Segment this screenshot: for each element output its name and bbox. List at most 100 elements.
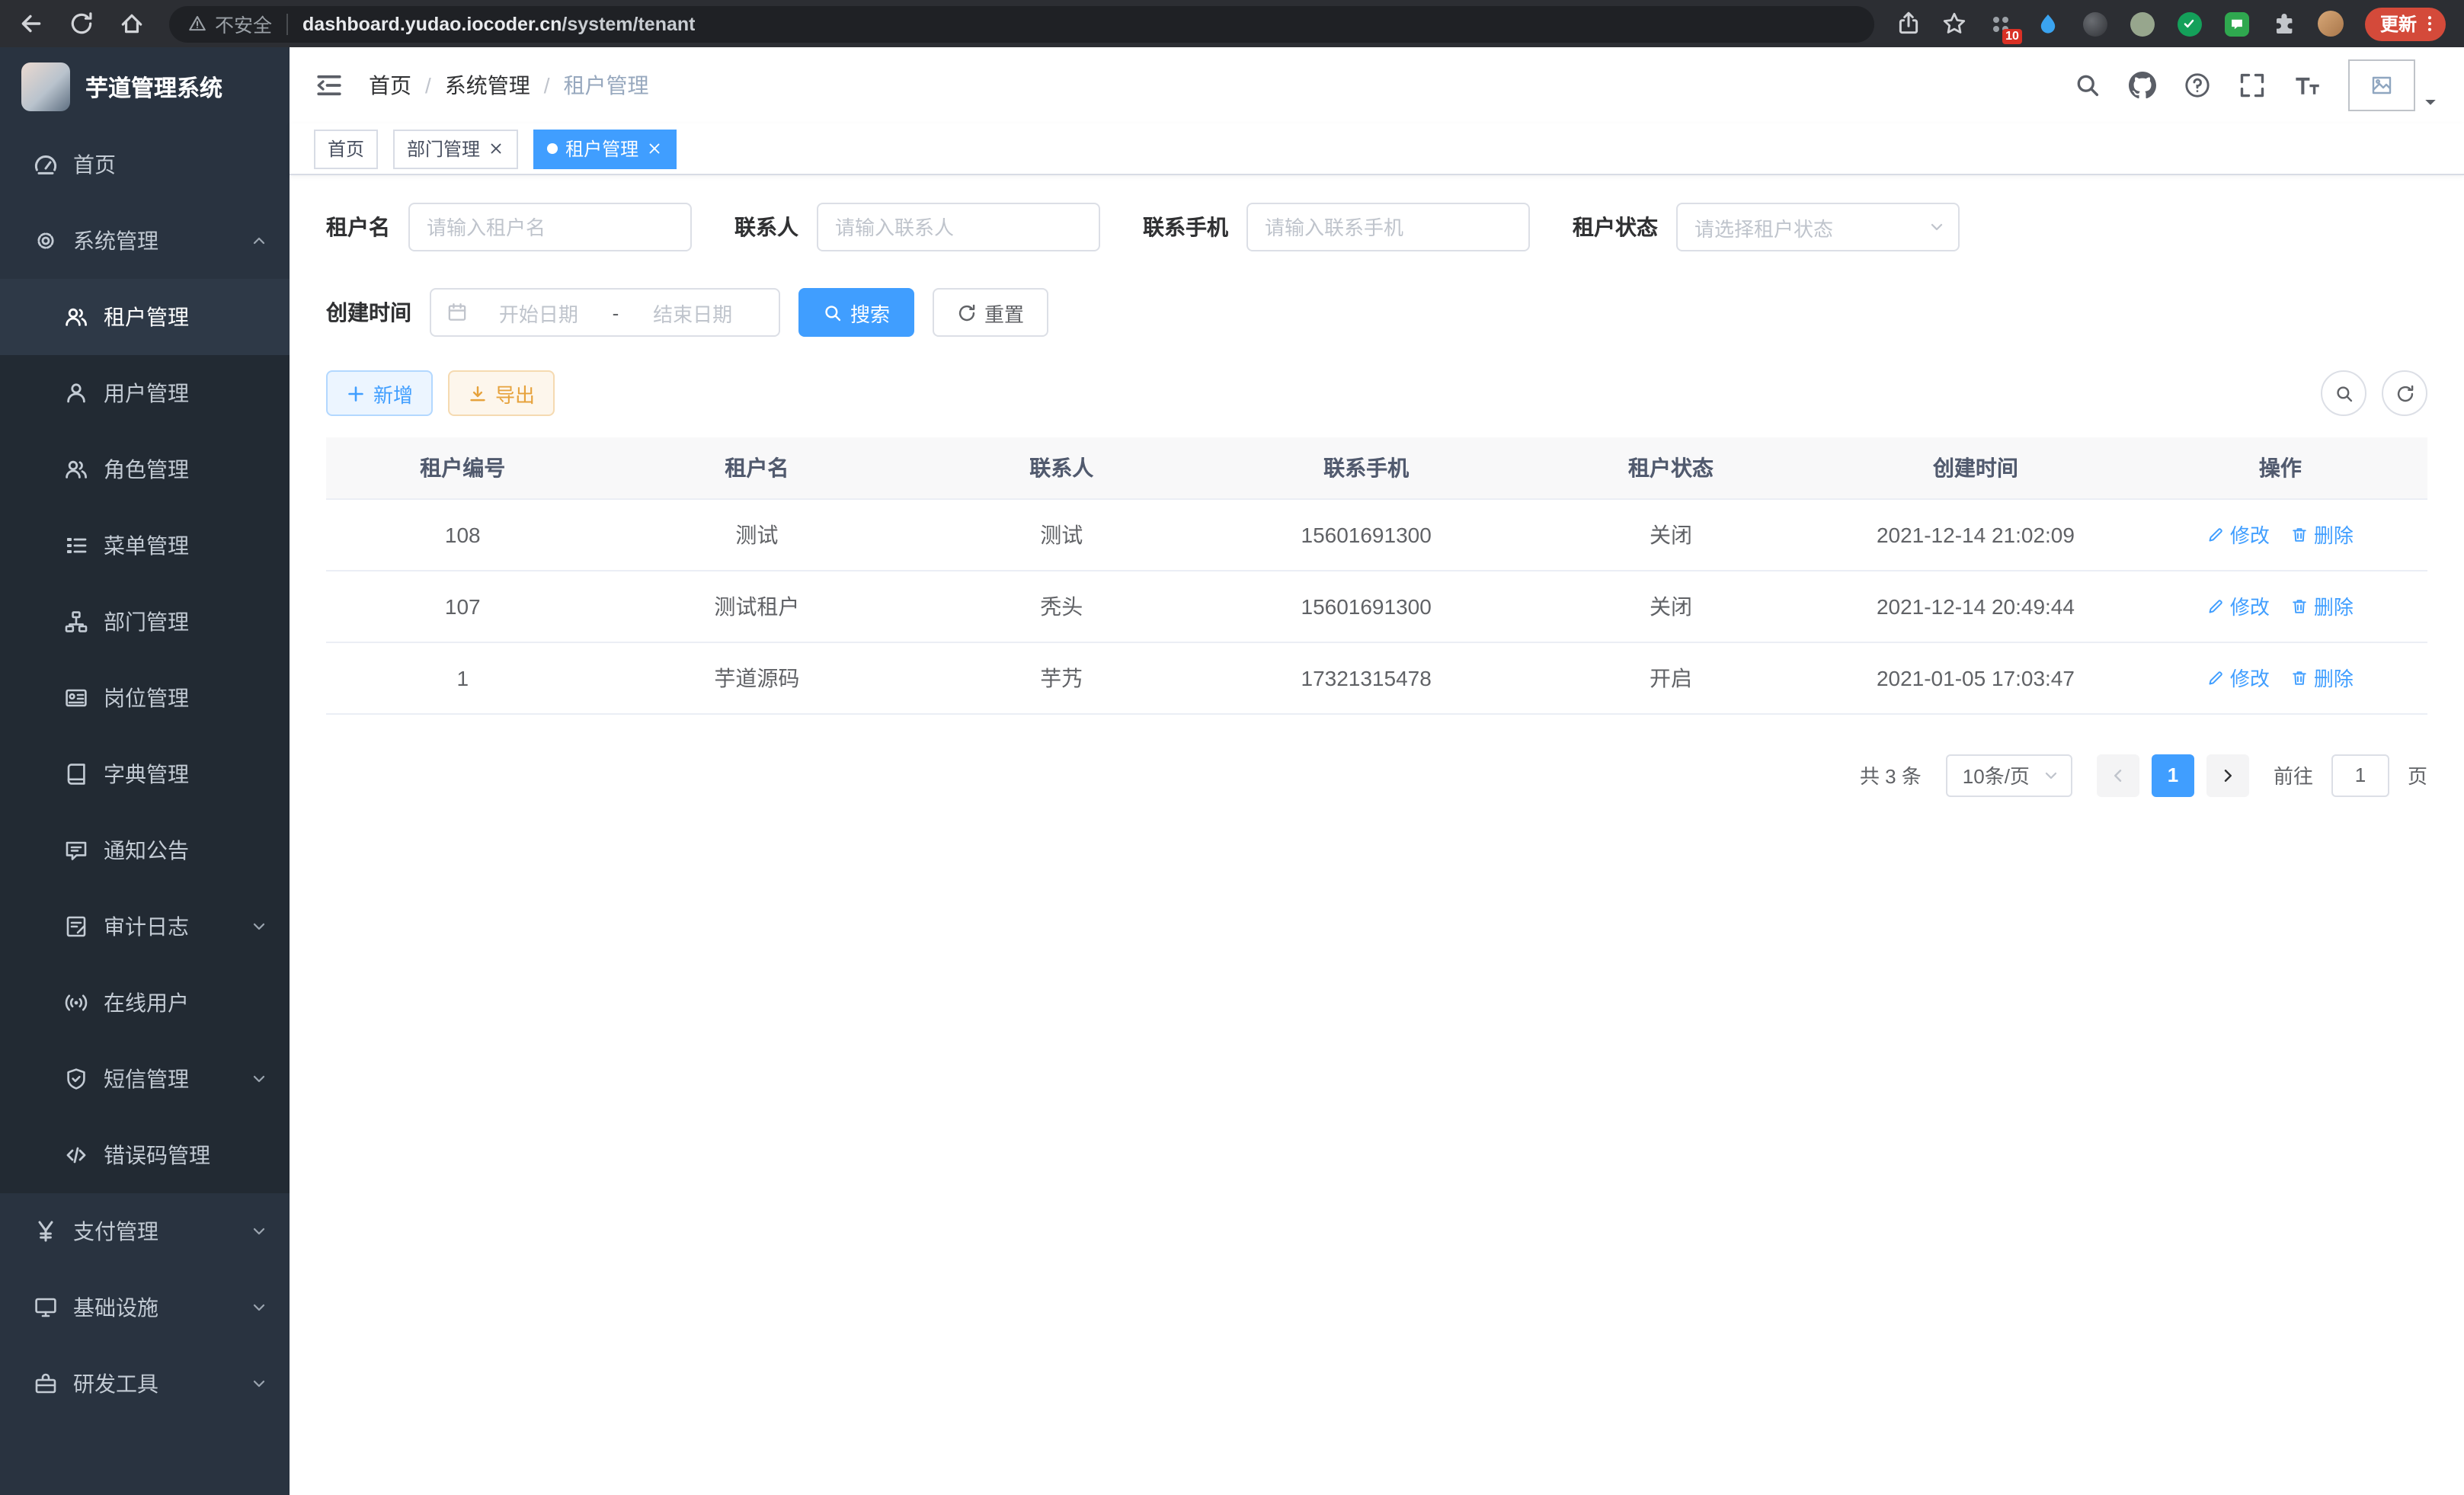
breadcrumb-separator: / [425,73,431,98]
bookmark-star-icon[interactable] [1941,11,1967,37]
update-button[interactable]: 更新 [2365,7,2446,40]
search-button[interactable]: 搜索 [798,288,914,337]
extension-circle-icon[interactable] [2129,10,2156,37]
create-time-range-picker[interactable]: 开始日期 - 结束日期 [430,288,780,337]
page-size-value: 10条/页 [1963,760,2030,789]
browser-reload-icon[interactable] [69,11,94,37]
cell-contact: 测试 [914,498,1208,570]
delete-link[interactable]: 删除 [2291,520,2354,549]
security-label[interactable]: 不安全 [215,9,272,38]
download-icon [468,383,488,403]
status-label: 租户状态 [1573,212,1658,242]
sidebar-item-audit-log[interactable]: 审计日志 [0,888,290,965]
export-button[interactable]: 导出 [448,370,555,416]
extensions-puzzle-icon[interactable] [2270,10,2298,37]
sidebar-item-notice[interactable]: 通知公告 [0,812,290,888]
tab-dept-management[interactable]: 部门管理 [393,129,518,168]
address-bar[interactable]: 不安全 dashboard.yudao.iocoder.cn/system/te… [169,5,1874,42]
tenant-status-select[interactable]: 请选择租户状态 [1676,203,1960,251]
chevron-down-icon [250,1375,268,1393]
goto-page-input[interactable] [2331,754,2389,796]
delete-link[interactable]: 删除 [2291,663,2354,692]
message-bubble-icon [64,838,88,863]
browser-actions: 10 更新 [1896,7,2446,40]
chevron-down-icon [250,917,268,936]
tab-tenant-management[interactable]: 租户管理 [533,129,677,168]
close-icon[interactable] [646,140,663,157]
check-circle-icon [2178,11,2202,36]
breadcrumb-home[interactable]: 首页 [369,70,411,101]
page-size-select[interactable]: 10条/页 [1946,754,2072,796]
avatar [2318,11,2344,37]
close-icon[interactable] [488,140,504,157]
browser-home-icon[interactable] [119,11,145,37]
extension-chat-icon[interactable] [2223,10,2251,37]
broken-image-icon [2370,73,2394,98]
sidebar-item-payment[interactable]: 支付管理 [0,1193,290,1269]
sidebar-item-home[interactable]: 首页 [0,126,290,203]
fullscreen-icon[interactable] [2238,72,2266,99]
prev-page-button[interactable] [2097,754,2139,796]
edit-link[interactable]: 修改 [2207,591,2270,620]
sidebar-item-infrastructure[interactable]: 基础设施 [0,1269,290,1346]
status-group: 租户状态 请选择租户状态 [1573,203,1960,251]
sidebar-item-post-management[interactable]: 岗位管理 [0,660,290,736]
chevron-down-icon [250,1070,268,1088]
extension-sphere-icon[interactable] [2082,10,2109,37]
app-logo[interactable]: 芋道管理系统 [0,47,290,126]
header-actions [2074,59,2440,111]
contact-input[interactable] [817,203,1100,251]
github-icon[interactable] [2129,72,2156,99]
browser-profile-avatar[interactable] [2318,10,2345,37]
sidebar-item-dept-management[interactable]: 部门管理 [0,584,290,660]
row-actions: 修改 删除 [2207,663,2354,692]
edit-link[interactable]: 修改 [2207,520,2270,549]
sidebar-item-dev-tools[interactable]: 研发工具 [0,1346,290,1422]
cell-tenant-name: 测试 [600,498,915,570]
phone-input[interactable] [1246,203,1530,251]
search-icon[interactable] [2074,72,2101,99]
sidebar-item-user-management[interactable]: 用户管理 [0,355,290,431]
sidebar-item-tenant-management[interactable]: 租户管理 [0,279,290,355]
sidebar-item-role-management[interactable]: 角色管理 [0,431,290,507]
edit-link[interactable]: 修改 [2207,663,2270,692]
sidebar-item-system-management[interactable]: 系统管理 [0,203,290,279]
plus-icon [346,383,366,403]
page-1-button[interactable]: 1 [2152,754,2194,796]
table-row: 108 测试 测试 15601691300 关闭 2021-12-14 21:0… [326,498,2427,570]
sidebar-item-sms-management[interactable]: 短信管理 [0,1041,290,1117]
add-button[interactable]: 新增 [326,370,433,416]
sidebar-item-label: 部门管理 [104,607,189,637]
tab-home[interactable]: 首页 [314,129,378,168]
reset-button[interactable]: 重置 [933,288,1048,337]
user-avatar-dropdown[interactable] [2348,59,2440,111]
extension-check-icon[interactable] [2176,10,2203,37]
browser-chrome: 不安全 dashboard.yudao.iocoder.cn/system/te… [0,0,2464,47]
cell-status: 关闭 [1524,498,1818,570]
sidebar-item-dict-management[interactable]: 字典管理 [0,736,290,812]
search-icon [2334,383,2354,403]
cell-contact: 芋艿 [914,642,1208,713]
sidebar-fold-icon[interactable] [314,70,344,101]
sidebar-item-online-users[interactable]: 在线用户 [0,965,290,1041]
sidebar-item-menu-management[interactable]: 菜单管理 [0,507,290,584]
cell-phone: 17321315478 [1208,642,1524,713]
extension-drop-icon[interactable] [2034,10,2062,37]
refresh-table-button[interactable] [2382,370,2427,416]
delete-link[interactable]: 删除 [2291,591,2354,620]
browser-back-icon[interactable] [18,11,44,37]
toggle-search-button[interactable] [2321,370,2366,416]
sidebar-item-error-code[interactable]: 错误码管理 [0,1117,290,1193]
puzzle-icon [2272,11,2296,36]
extension-grid-icon[interactable]: 10 [1987,10,2014,37]
cell-tenant-id: 107 [326,570,600,642]
tenant-name-input[interactable] [408,203,692,251]
sidebar-item-label: 支付管理 [73,1216,158,1247]
help-icon[interactable] [2184,72,2211,99]
tenant-table: 租户编号 租户名 联系人 联系手机 租户状态 创建时间 操作 108 测试 [326,437,2427,714]
share-icon[interactable] [1896,11,1922,37]
font-size-icon[interactable] [2293,72,2321,99]
chevron-down-icon [250,1298,268,1317]
next-page-button[interactable] [2206,754,2249,796]
breadcrumb-system[interactable]: 系统管理 [445,70,530,101]
